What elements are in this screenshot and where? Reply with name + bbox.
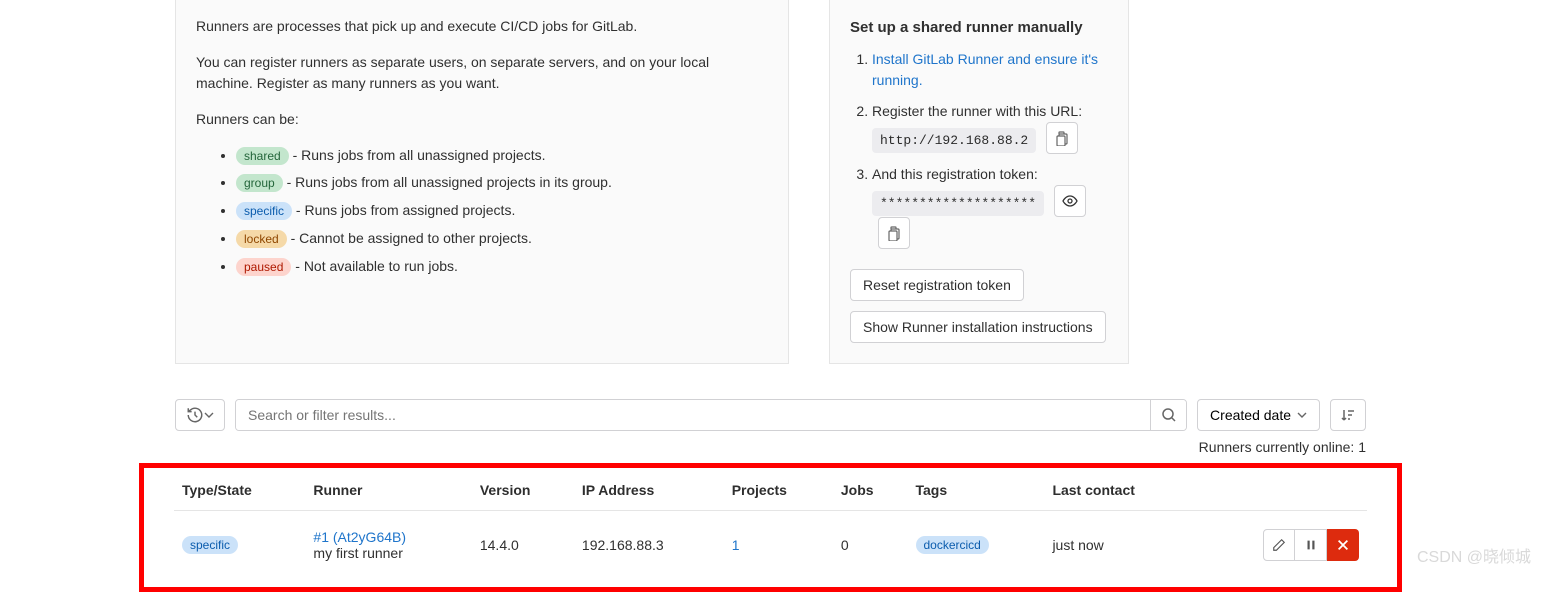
chevron-down-icon <box>204 410 214 420</box>
sort-direction-button[interactable] <box>1330 399 1366 431</box>
search-input[interactable] <box>236 400 1150 430</box>
badge-locked: locked <box>236 230 287 248</box>
setup-panel: Set up a shared runner manually Install … <box>829 0 1129 364</box>
badge-shared: shared <box>236 147 289 165</box>
search-button[interactable] <box>1150 400 1186 430</box>
badge-specific: specific <box>236 202 292 220</box>
runner-version: 14.4.0 <box>472 511 574 580</box>
history-icon <box>186 406 204 424</box>
sort-label: Created date <box>1210 407 1291 423</box>
col-tags: Tags <box>908 468 1045 511</box>
step-text: And this registration token: <box>872 166 1038 182</box>
runner-ip: 192.168.88.3 <box>574 511 724 580</box>
col-last: Last contact <box>1044 468 1195 511</box>
runner-projects[interactable]: 1 <box>732 537 740 553</box>
type-desc: - Runs jobs from all unassigned projects… <box>283 174 612 190</box>
sort-dropdown[interactable]: Created date <box>1197 399 1320 431</box>
info-text: Runners can be: <box>196 109 768 131</box>
info-text: Runners are processes that pick up and e… <box>196 16 768 38</box>
chevron-down-icon <box>1297 410 1307 420</box>
runner-types-list: shared - Runs jobs from all unassigned p… <box>196 145 768 277</box>
type-desc: - Runs jobs from all unassigned projects… <box>289 147 546 163</box>
runner-jobs: 0 <box>833 511 908 580</box>
runner-tag: dockercicd <box>916 536 989 554</box>
type-desc: - Runs jobs from assigned projects. <box>292 202 515 218</box>
edit-runner-button[interactable] <box>1263 529 1295 561</box>
col-projects: Projects <box>724 468 833 511</box>
close-icon <box>1336 538 1350 552</box>
watermark: CSDN @晓倾城 <box>1417 543 1531 567</box>
copy-token-button[interactable] <box>878 217 910 249</box>
show-instructions-button[interactable]: Show Runner installation instructions <box>850 311 1106 343</box>
recent-searches-button[interactable] <box>175 399 225 431</box>
install-runner-link[interactable]: Install GitLab Runner and ensure it's ru… <box>872 51 1098 88</box>
online-label: Runners currently online: <box>1199 439 1359 455</box>
col-version: Version <box>472 468 574 511</box>
sort-desc-icon <box>1340 407 1356 423</box>
runners-table: Type/State Runner Version IP Address Pro… <box>174 468 1367 579</box>
register-token: ******************** <box>872 191 1044 217</box>
clipboard-icon <box>886 225 902 241</box>
runner-last-contact: just now <box>1044 511 1195 580</box>
type-desc: - Cannot be assigned to other projects. <box>287 230 532 246</box>
table-row: specific #1 (At2yG64B) my first runner 1… <box>174 511 1367 580</box>
step-text: Register the runner with this URL: <box>872 103 1082 119</box>
runner-link[interactable]: #1 (At2yG64B) <box>313 529 406 545</box>
badge-paused: paused <box>236 258 291 276</box>
badge-group: group <box>236 174 283 192</box>
type-desc: - Not available to run jobs. <box>291 258 458 274</box>
row-type-badge: specific <box>182 536 238 554</box>
online-count: 1 <box>1358 439 1366 455</box>
clipboard-icon <box>1054 130 1070 146</box>
col-type: Type/State <box>174 468 305 511</box>
setup-title: Set up a shared runner manually <box>850 16 1108 39</box>
reveal-token-button[interactable] <box>1054 185 1086 217</box>
col-jobs: Jobs <box>833 468 908 511</box>
delete-runner-button[interactable] <box>1327 529 1359 561</box>
pause-runner-button[interactable] <box>1295 529 1327 561</box>
pencil-icon <box>1272 538 1286 552</box>
search-filter <box>235 399 1187 431</box>
copy-url-button[interactable] <box>1046 122 1078 154</box>
search-icon <box>1161 407 1177 423</box>
info-text: You can register runners as separate use… <box>196 52 768 95</box>
runner-desc: my first runner <box>313 545 402 561</box>
runners-online: Runners currently online: 1 <box>175 439 1366 455</box>
eye-icon <box>1062 193 1078 209</box>
pause-icon <box>1304 538 1318 552</box>
col-runner: Runner <box>305 468 471 511</box>
register-url: http://192.168.88.2 <box>872 128 1036 154</box>
col-ip: IP Address <box>574 468 724 511</box>
reset-token-button[interactable]: Reset registration token <box>850 269 1024 301</box>
runners-info-panel: Runners are processes that pick up and e… <box>175 0 789 364</box>
